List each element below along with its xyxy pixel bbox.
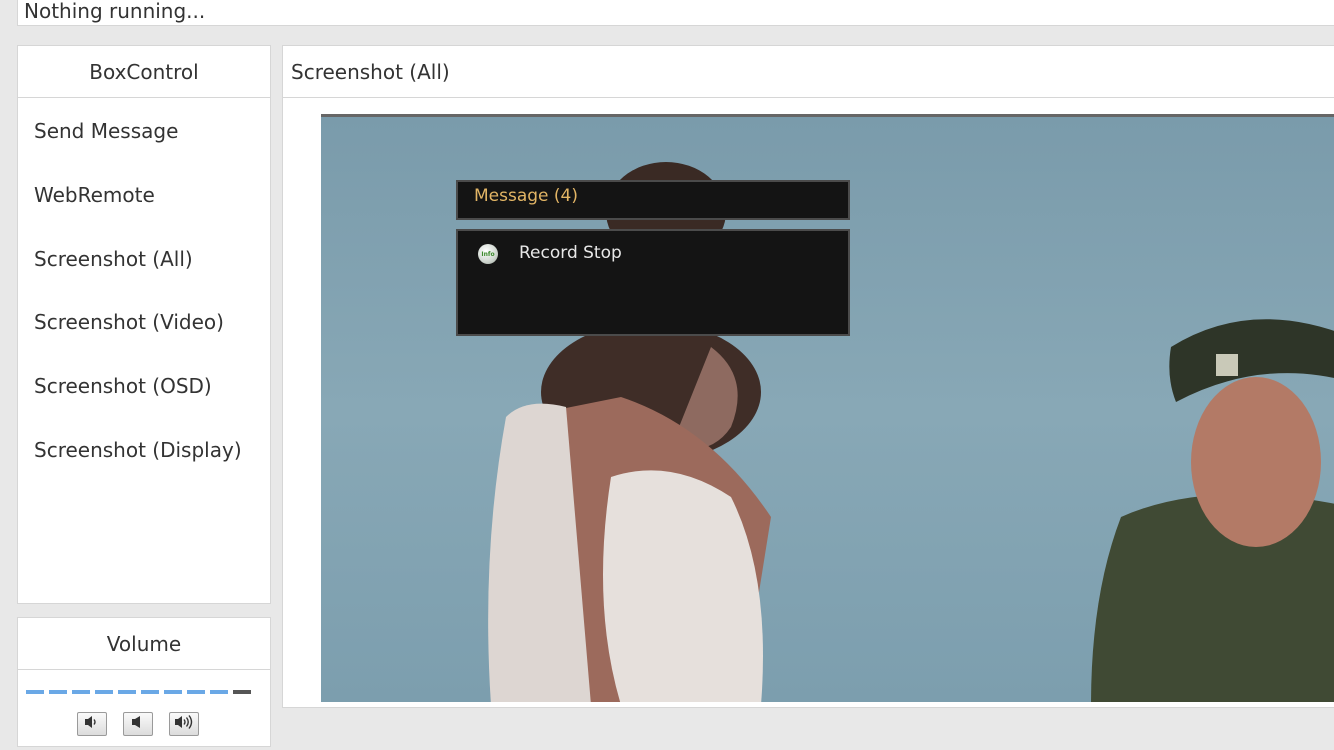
boxcontrol-menu: Send Message WebRemote Screenshot (All) … (18, 98, 270, 483)
osd-message-body: Info Record Stop (456, 229, 850, 336)
volume-segment[interactable] (210, 690, 228, 694)
volume-segment[interactable] (187, 690, 205, 694)
volume-segment[interactable] (233, 690, 251, 694)
menu-item-webremote[interactable]: WebRemote (18, 164, 270, 228)
menu-item-screenshot-video[interactable]: Screenshot (Video) (18, 291, 270, 355)
menu-item-send-message[interactable]: Send Message (18, 100, 270, 164)
volume-up-button[interactable] (169, 712, 199, 736)
volume-up-icon (174, 714, 194, 734)
osd-message-title: Message (4) (474, 186, 578, 206)
menu-item-screenshot-display[interactable]: Screenshot (Display) (18, 419, 270, 483)
volume-down-icon (83, 714, 101, 734)
volume-panel: Volume (17, 617, 271, 747)
volume-down-button[interactable] (77, 712, 107, 736)
volume-segment[interactable] (49, 690, 67, 694)
menu-item-screenshot-all[interactable]: Screenshot (All) (18, 228, 270, 292)
volume-segment[interactable] (26, 690, 44, 694)
screenshot-title: Screenshot (All) (283, 46, 1334, 98)
screenshot-image[interactable]: Message (4) Info Record Stop (321, 114, 1334, 702)
status-text: Nothing running... (24, 0, 206, 23)
volume-segment[interactable] (164, 690, 182, 694)
info-icon: Info (478, 244, 498, 264)
mute-button[interactable] (123, 712, 153, 736)
volume-level-bar[interactable] (26, 690, 251, 694)
osd-message-title-box: Message (4) (456, 180, 850, 220)
volume-segment[interactable] (95, 690, 113, 694)
boxcontrol-title: BoxControl (18, 46, 270, 98)
volume-segment[interactable] (118, 690, 136, 694)
menu-item-screenshot-osd[interactable]: Screenshot (OSD) (18, 355, 270, 419)
volume-buttons (77, 712, 199, 736)
mute-icon (129, 714, 147, 734)
status-bar: Nothing running... (17, 0, 1334, 26)
screenshot-panel: Screenshot (All) Message (4) Info Record… (282, 45, 1334, 708)
volume-segment[interactable] (141, 690, 159, 694)
volume-title: Volume (18, 618, 270, 670)
boxcontrol-panel: BoxControl Send Message WebRemote Screen… (17, 45, 271, 604)
osd-message-text: Record Stop (519, 243, 622, 263)
volume-segment[interactable] (72, 690, 90, 694)
